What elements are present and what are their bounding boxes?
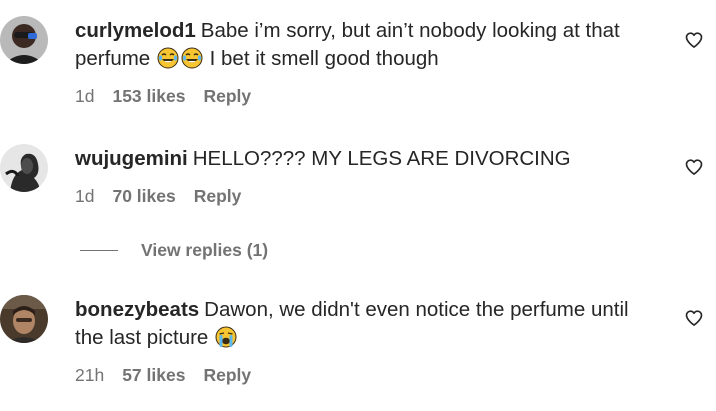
avatar[interactable] (0, 16, 48, 64)
comment-text: wujugemini HELLO???? MY LEGS ARE DIVORCIN… (75, 145, 655, 173)
view-replies-divider (80, 249, 118, 251)
comment-likes-count[interactable]: 57 likes (122, 365, 185, 385)
comment-meta: 1d 70 likes Reply (75, 185, 655, 207)
heart-icon[interactable] (684, 157, 704, 177)
heart-icon[interactable] (684, 308, 704, 328)
comment-body-text: HELLO???? MY LEGS ARE DIVORCING (192, 147, 571, 170)
comment-username[interactable]: curlymelod1 (75, 19, 196, 42)
comment-username[interactable]: wujugemini (75, 147, 188, 170)
avatar[interactable] (0, 144, 48, 192)
loudly-crying-emoji-icon (215, 326, 237, 348)
comment-timestamp[interactable]: 1d (75, 86, 94, 106)
comment-timestamp[interactable]: 21h (75, 365, 104, 385)
comment-text: bonezybeats Dawon, we didn't even notice … (75, 296, 655, 352)
comment-username[interactable]: bonezybeats (75, 298, 199, 321)
comment-meta: 21h 57 likes Reply (75, 364, 655, 386)
reply-button[interactable]: Reply (203, 86, 251, 106)
reply-button[interactable]: Reply (203, 365, 251, 385)
view-replies-toggle[interactable]: View replies (1) (80, 237, 268, 263)
comment-body-text: I bet it smell good though (209, 47, 439, 70)
comment-likes-count[interactable]: 70 likes (112, 186, 175, 206)
view-replies-button[interactable]: View replies (1) (141, 240, 268, 261)
laughing-crying-emoji-icon (181, 47, 203, 69)
comment-meta: 1d 153 likes Reply (75, 85, 655, 107)
laughing-crying-emoji-icon (157, 47, 179, 69)
heart-icon[interactable] (684, 30, 704, 50)
comment-likes-count[interactable]: 153 likes (112, 86, 185, 106)
comment-text: curlymelod1 Babe i’m sorry, but ain’t nob… (75, 17, 655, 73)
comment-timestamp[interactable]: 1d (75, 186, 94, 206)
avatar[interactable] (0, 295, 48, 343)
reply-button[interactable]: Reply (194, 186, 242, 206)
